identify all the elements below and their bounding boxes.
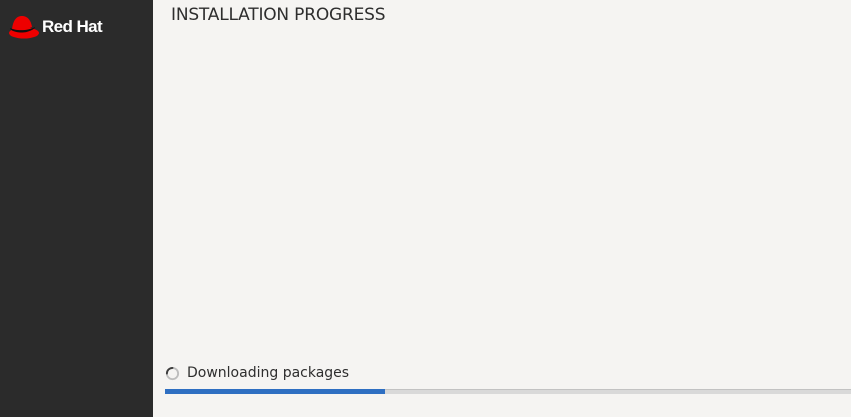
page-title: INSTALLATION PROGRESS [171, 5, 386, 25]
spinner-icon [165, 366, 180, 380]
progress-status: Downloading packages [165, 365, 349, 381]
progress-bar-fill [165, 389, 385, 394]
status-text: Downloading packages [187, 365, 350, 381]
brand-name: Red Hat [42, 16, 103, 36]
progress-bar [165, 389, 851, 394]
installer-window: Red Hat INSTALLATION PROGRESS Downloadin… [0, 0, 851, 417]
main-content: INSTALLATION PROGRESS Downloading packag… [153, 0, 851, 417]
sidebar: Red Hat [0, 0, 153, 417]
red-hat-logo-icon [9, 16, 39, 39]
brand-logo: Red Hat [6, 12, 103, 40]
